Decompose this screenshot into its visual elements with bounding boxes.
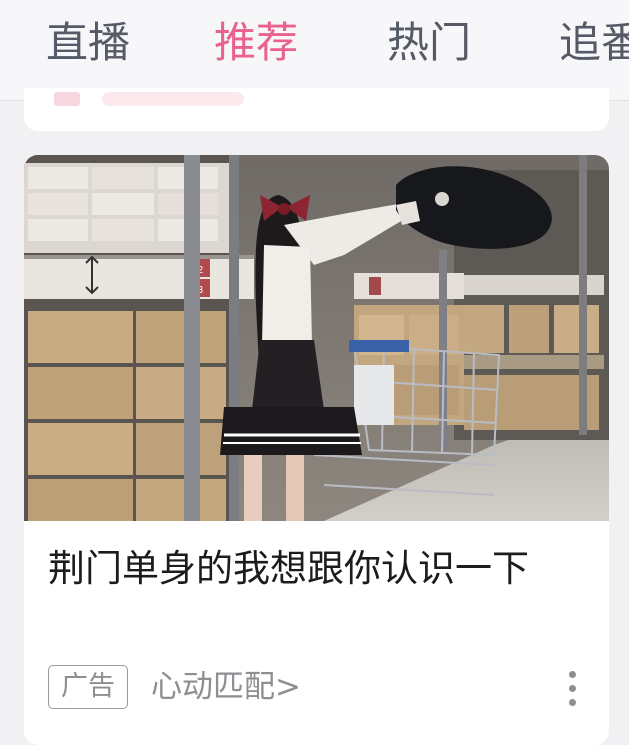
more-vertical-icon[interactable]: [561, 669, 585, 709]
tab-anime[interactable]: 追番: [559, 14, 629, 72]
tab-live[interactable]: 直播: [46, 14, 130, 72]
source-link[interactable]: 心动匹配>: [151, 664, 301, 710]
previous-card-tag: [102, 92, 244, 106]
cover-image[interactable]: 02 13: [24, 155, 609, 521]
previous-feed-card[interactable]: [24, 88, 609, 131]
previous-card-badge: [54, 92, 80, 106]
tab-hot[interactable]: 热门: [387, 14, 471, 72]
tab-recommend[interactable]: 推荐: [214, 14, 298, 72]
ad-badge: 广告: [48, 665, 128, 709]
ad-feed-card[interactable]: 02 13: [24, 155, 609, 745]
card-title[interactable]: 荆门单身的我想跟你认识一下: [48, 543, 588, 595]
top-tab-bar: 直播 推荐 热门 追番: [0, 0, 629, 101]
